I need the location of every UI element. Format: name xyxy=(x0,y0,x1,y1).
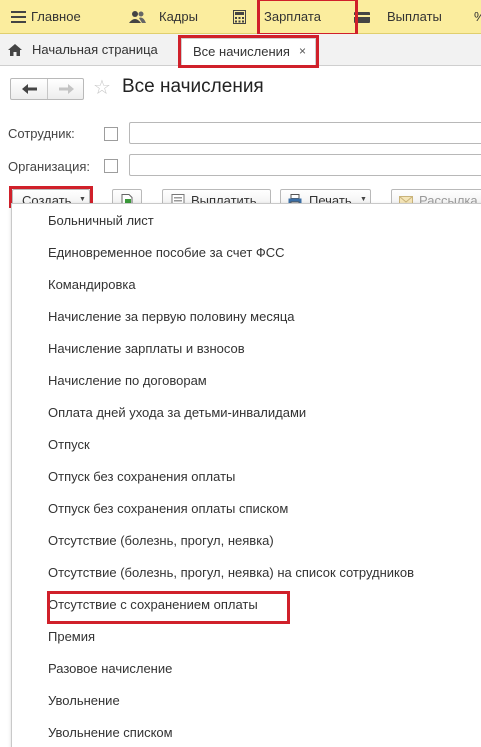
dropdown-item[interactable]: Увольнение xyxy=(48,693,120,713)
dropdown-item[interactable]: Премия xyxy=(48,629,95,649)
organization-label: Организация: xyxy=(8,159,91,174)
dropdown-item[interactable]: Начисление за первую половину месяца xyxy=(48,309,295,329)
absence-highlight-frame xyxy=(47,591,290,624)
dropdown-item[interactable]: Отпуск xyxy=(48,437,90,457)
dropdown-item[interactable]: Начисление зарплаты и взносов xyxy=(48,341,245,361)
dropdown-item[interactable]: Единовременное пособие за счет ФСС xyxy=(48,245,285,265)
page-title: Все начисления xyxy=(122,76,264,97)
tab-highlight-frame xyxy=(178,35,319,68)
dropdown-item[interactable]: Разовое начисление xyxy=(48,661,172,681)
favorite-star-icon[interactable]: ☆ xyxy=(93,77,111,99)
arrow-right-icon xyxy=(59,84,74,94)
home-icon[interactable] xyxy=(8,44,22,56)
calculator-icon xyxy=(233,10,246,24)
dropdown-item[interactable]: Оплата дней ухода за детьми-инвалидами xyxy=(48,405,306,425)
dropdown-item[interactable]: Начисление по договорам xyxy=(48,373,207,393)
back-button[interactable] xyxy=(11,79,48,99)
dropdown-item[interactable]: Больничный лист xyxy=(48,213,154,233)
menu-item-hr-label: Кадры xyxy=(159,9,198,24)
dropdown-item[interactable]: Отсутствие (болезнь, прогул, неявка) xyxy=(48,533,274,553)
organization-filter-checkbox[interactable] xyxy=(104,159,118,173)
employee-filter-checkbox[interactable] xyxy=(104,127,118,141)
menu-item-percent[interactable]: % xyxy=(474,0,481,34)
menu-item-main-label: Главное xyxy=(31,9,81,24)
menu-lines-icon xyxy=(11,11,26,23)
tab-home[interactable]: Начальная страница xyxy=(32,42,158,57)
nav-buttons xyxy=(10,78,84,100)
forward-button[interactable] xyxy=(48,79,84,99)
employee-field[interactable] xyxy=(129,122,481,144)
top-menu-bar: Главное Кадры Зарплата Выплаты % xyxy=(0,0,481,34)
employee-label: Сотрудник: xyxy=(8,126,75,141)
chevron-down-icon: ▼ xyxy=(360,196,367,203)
dropdown-item[interactable]: Отпуск без сохранения оплаты xyxy=(48,469,235,489)
arrow-left-icon xyxy=(22,84,37,94)
dropdown-item[interactable]: Командировка xyxy=(48,277,136,297)
organization-field[interactable] xyxy=(129,154,481,176)
dropdown-item[interactable]: Отпуск без сохранения оплаты списком xyxy=(48,501,288,521)
salary-highlight-frame xyxy=(257,0,358,36)
menu-item-payments-label: Выплаты xyxy=(387,9,442,24)
people-icon xyxy=(129,11,146,23)
dropdown-item[interactable]: Увольнение списком xyxy=(48,725,173,745)
dropdown-item[interactable]: Отсутствие (болезнь, прогул, неявка) на … xyxy=(48,565,414,585)
